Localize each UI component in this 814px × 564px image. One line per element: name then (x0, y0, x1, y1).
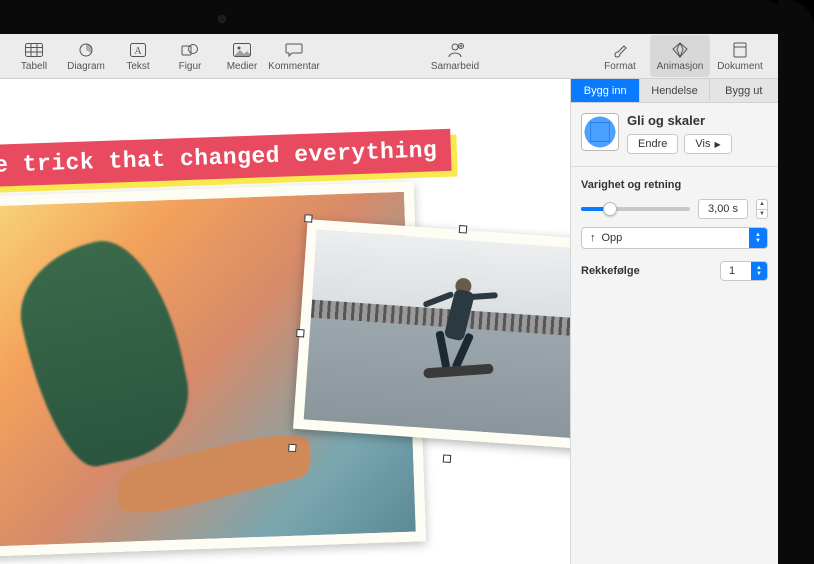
toolbar-label: Medier (227, 61, 258, 72)
inspector-panel: Bygg inn Hendelse Bygg ut Gli og skaler … (570, 79, 778, 564)
order-select[interactable]: 1 ▲▼ (720, 261, 768, 281)
toolbar-label: Tabell (21, 61, 47, 72)
duration-slider[interactable] (581, 207, 690, 211)
laptop-camera (218, 15, 226, 23)
text-icon: A (130, 41, 146, 59)
tab-build-out[interactable]: Bygg ut (710, 79, 778, 102)
toolbar-label: Diagram (67, 61, 105, 72)
toolbar-shape[interactable]: Figur (164, 35, 216, 77)
chart-icon (77, 41, 95, 59)
slide-canvas[interactable]: e trick that changed everything (0, 79, 570, 564)
arrow-up-icon: ↑ (590, 232, 596, 244)
diamond-icon (671, 41, 689, 59)
select-stepper-icon: ▲▼ (751, 262, 767, 280)
chevron-up-icon[interactable]: ▲ (756, 199, 768, 209)
toolbar-label: Format (604, 61, 636, 72)
toolbar-chart[interactable]: Diagram (60, 35, 112, 77)
duration-section-label: Varighet og retning (581, 179, 768, 191)
tab-build-in[interactable]: Bygg inn (571, 79, 640, 102)
table-icon (25, 41, 43, 59)
direction-select[interactable]: ↑ Opp ▲▼ (581, 227, 768, 249)
svg-text:A: A (134, 46, 142, 57)
toolbar: Tabell Diagram A Tekst Figur (0, 34, 778, 79)
document-icon (733, 41, 747, 59)
toolbar-label: Animasjon (657, 61, 704, 72)
toolbar-text[interactable]: A Tekst (112, 35, 164, 77)
collaborate-icon (445, 41, 465, 59)
change-effect-button[interactable]: Endre (627, 134, 678, 154)
toolbar-label: Kommentar (268, 61, 320, 72)
order-label: Rekkefølge (581, 265, 640, 277)
media-icon (233, 41, 251, 59)
toolbar-media[interactable]: Medier (216, 35, 268, 77)
play-icon: ▶ (714, 140, 720, 149)
chevron-down-icon[interactable]: ▼ (756, 209, 768, 220)
inspector-tabs: Bygg inn Hendelse Bygg ut (571, 79, 778, 103)
effect-name: Gli og skaler (627, 113, 768, 128)
toolbar-collaborate[interactable]: Samarbeid (429, 35, 481, 77)
slide-image-selected[interactable] (293, 219, 570, 449)
tab-action[interactable]: Hendelse (640, 79, 709, 102)
toolbar-comment[interactable]: Kommentar (268, 35, 320, 77)
duration-stepper[interactable]: ▲ ▼ (756, 199, 768, 219)
select-stepper-icon: ▲▼ (749, 228, 767, 248)
comment-icon (285, 41, 303, 59)
effect-thumbnail (581, 113, 619, 151)
toolbar-label: Dokument (717, 61, 763, 72)
direction-value: Opp (602, 232, 623, 244)
toolbar-label: Figur (179, 61, 202, 72)
shape-icon (181, 41, 199, 59)
preview-button[interactable]: Vis▶ (684, 134, 731, 154)
toolbar-document[interactable]: Dokument (710, 35, 770, 77)
slide-title-banner[interactable]: e trick that changed everything (0, 129, 452, 187)
brush-icon (612, 41, 628, 59)
toolbar-animation[interactable]: Animasjon (650, 35, 710, 77)
duration-field[interactable]: 3,00 s (698, 199, 748, 219)
order-value: 1 (729, 265, 735, 277)
toolbar-label: Samarbeid (431, 61, 479, 72)
toolbar-label: Tekst (126, 61, 149, 72)
toolbar-table[interactable]: Tabell (8, 35, 60, 77)
toolbar-format[interactable]: Format (590, 35, 650, 77)
